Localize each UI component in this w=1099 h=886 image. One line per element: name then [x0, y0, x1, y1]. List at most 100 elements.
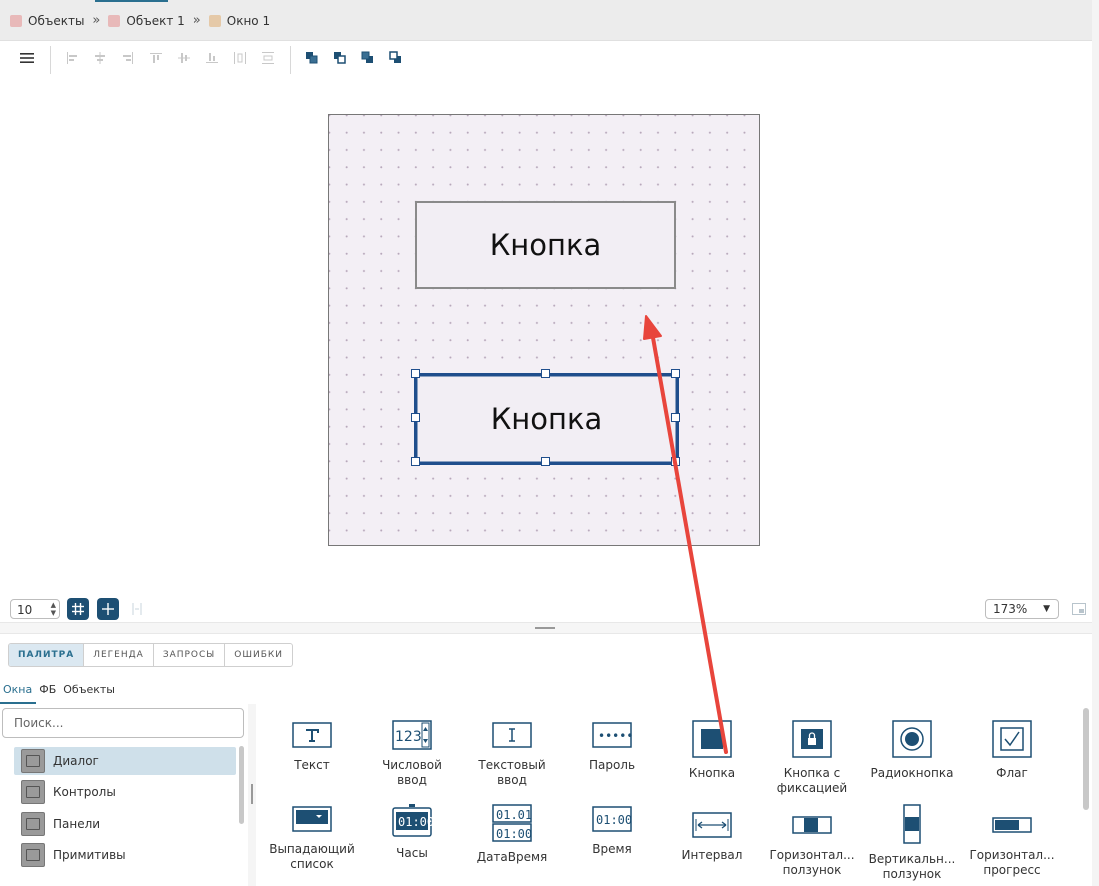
breadcrumb-item-window-1[interactable]: Окно 1 — [208, 13, 271, 28]
zoom-value: 173% — [993, 602, 1028, 616]
category-label: Диалог — [53, 754, 99, 768]
panel-tabs: ПАЛИТРА ЛЕГЕНДА ЗАПРОСЫ ОШИБКИ — [8, 643, 293, 667]
time-icon: 01:00 — [592, 806, 632, 832]
category-item-panels[interactable]: Панели — [14, 810, 236, 838]
palette-item-numeric-input[interactable]: 123 Числовой ввод — [362, 720, 462, 788]
dropdown-icon — [292, 806, 332, 832]
breadcrumb-label: Объект 1 — [126, 13, 185, 28]
palette-item-label: Часы — [396, 846, 428, 860]
align-center-v-icon[interactable] — [176, 50, 192, 66]
form-button-top[interactable]: Кнопка — [415, 201, 676, 289]
bring-forward-icon[interactable] — [332, 50, 348, 66]
subtab-fb[interactable]: ФБ — [36, 680, 60, 704]
button-label: Кнопка — [489, 228, 602, 262]
send-backward-icon[interactable] — [360, 50, 376, 66]
resize-handle-nw[interactable] — [411, 369, 420, 378]
time-digits: 01:00 — [596, 813, 632, 827]
zoom-select[interactable]: 173% ▼ — [985, 599, 1059, 619]
minimap-icon[interactable] — [1072, 603, 1086, 618]
resize-handle-sw[interactable] — [411, 457, 420, 466]
resize-handle-w[interactable] — [411, 413, 420, 422]
folder-icon — [21, 749, 45, 773]
palette-item-label: ДатаВремя — [476, 850, 548, 864]
palette-item-label: Время — [592, 842, 632, 856]
palette-item-password[interactable]: ••••• Пароль — [562, 720, 662, 773]
category-item-controls[interactable]: Контролы — [14, 778, 236, 806]
palette-sub-tabs: Окна ФБ Объекты — [0, 680, 1092, 705]
palette-item-label: Пароль — [588, 758, 636, 772]
resize-handle-e[interactable] — [671, 413, 680, 422]
tab-queries[interactable]: ЗАПРОСЫ — [154, 644, 226, 666]
tab-legend[interactable]: ЛЕГЕНДА — [84, 644, 154, 666]
object-color-icon — [10, 14, 22, 27]
palette-item-dropdown[interactable]: Выпадающий список — [262, 804, 362, 872]
tab-palette[interactable]: ПАЛИТРА — [9, 644, 85, 666]
palette-item-label: Числовой ввод — [382, 758, 442, 787]
breadcrumb: Объекты » Объект 1 » Окно 1 — [10, 13, 270, 28]
hprogress-icon — [992, 817, 1032, 833]
form-button-selected[interactable]: Кнопка — [414, 373, 679, 465]
distribute-v-icon[interactable] — [260, 50, 276, 66]
palette-item-interval[interactable]: Интервал — [662, 810, 762, 863]
subtab-windows[interactable]: Окна — [0, 680, 37, 704]
palette-item-text[interactable]: Текст — [262, 720, 362, 773]
align-bottom-icon[interactable] — [204, 50, 220, 66]
text-icon — [292, 722, 332, 748]
horizontal-splitter[interactable] — [0, 622, 1092, 634]
splitter-grip[interactable] — [535, 627, 555, 629]
palette-item-radio[interactable]: Радиокнопка — [862, 720, 962, 781]
palette-item-label: Флаг — [996, 766, 1028, 780]
date-digits: 01.01 — [496, 808, 532, 822]
splitter-grip[interactable] — [251, 784, 253, 804]
palette-scrollbar[interactable] — [1083, 708, 1089, 810]
grid-toggle-icon[interactable] — [67, 598, 89, 620]
align-left-icon[interactable] — [64, 50, 80, 66]
resize-handle-s[interactable] — [541, 457, 550, 466]
resize-handle-se[interactable] — [671, 457, 680, 466]
folder-icon — [21, 780, 45, 804]
bring-to-front-icon[interactable] — [304, 50, 320, 66]
button-label: Кнопка — [490, 402, 603, 436]
window-color-icon — [208, 14, 221, 27]
send-to-back-icon[interactable] — [388, 50, 404, 66]
editor-toolbar — [8, 42, 1092, 76]
breadcrumb-item-objects[interactable]: Объекты — [10, 14, 84, 28]
align-center-h-icon[interactable] — [92, 50, 108, 66]
tab-errors[interactable]: ОШИБКИ — [225, 644, 292, 666]
grid-step-spinner[interactable]: 10 ▲ ▼ — [10, 599, 60, 619]
align-top-icon[interactable] — [148, 50, 164, 66]
vertical-splitter[interactable] — [248, 704, 256, 886]
palette-item-hprogress[interactable]: Горизонтал... прогресс — [962, 810, 1062, 878]
category-scrollbar[interactable] — [239, 746, 244, 824]
palette-item-clock[interactable]: 01:00 Часы — [362, 804, 462, 861]
category-item-dialog[interactable]: Диалог — [14, 747, 236, 775]
right-scroll-edge — [1092, 0, 1099, 886]
breadcrumb-separator: » — [192, 13, 201, 28]
window-form[interactable] — [328, 114, 760, 546]
folder-icon — [21, 812, 45, 836]
subtab-objects[interactable]: Объекты — [60, 680, 119, 704]
spinner-arrows-icon[interactable]: ▲ ▼ — [51, 601, 56, 617]
guides-toggle-icon[interactable] — [130, 602, 144, 619]
palette-item-time[interactable]: 01:00 Время — [562, 804, 662, 857]
align-right-icon[interactable] — [120, 50, 136, 66]
palette-item-button[interactable]: Кнопка — [662, 720, 762, 781]
resize-handle-ne[interactable] — [671, 369, 680, 378]
distribute-h-icon[interactable] — [232, 50, 248, 66]
breadcrumb-label: Окно 1 — [226, 13, 271, 28]
palette-item-label: Кнопка с фиксацией — [776, 766, 848, 795]
menu-icon[interactable] — [19, 50, 35, 66]
category-item-primitives[interactable]: Примитивы — [14, 841, 236, 869]
resize-handle-n[interactable] — [541, 369, 550, 378]
palette-item-checkbox[interactable]: Флаг — [962, 720, 1062, 781]
palette-item-toggle-button[interactable]: Кнопка с фиксацией — [762, 720, 862, 796]
breadcrumb-item-object-1[interactable]: Объект 1 — [108, 13, 185, 28]
breadcrumb-separator: » — [92, 13, 101, 28]
snap-toggle-icon[interactable] — [97, 598, 119, 620]
palette-item-vslider[interactable]: Вертикальн... ползунок — [862, 804, 962, 882]
grid-step-value: 10 — [17, 603, 33, 617]
search-input[interactable]: Поиск... — [2, 708, 244, 738]
palette-item-datetime[interactable]: 01.01 01:00 ДатаВремя — [462, 804, 562, 865]
palette-item-text-input[interactable]: Текстовый ввод — [462, 720, 562, 788]
palette-item-hslider[interactable]: Горизонтал... ползунок — [762, 810, 862, 878]
